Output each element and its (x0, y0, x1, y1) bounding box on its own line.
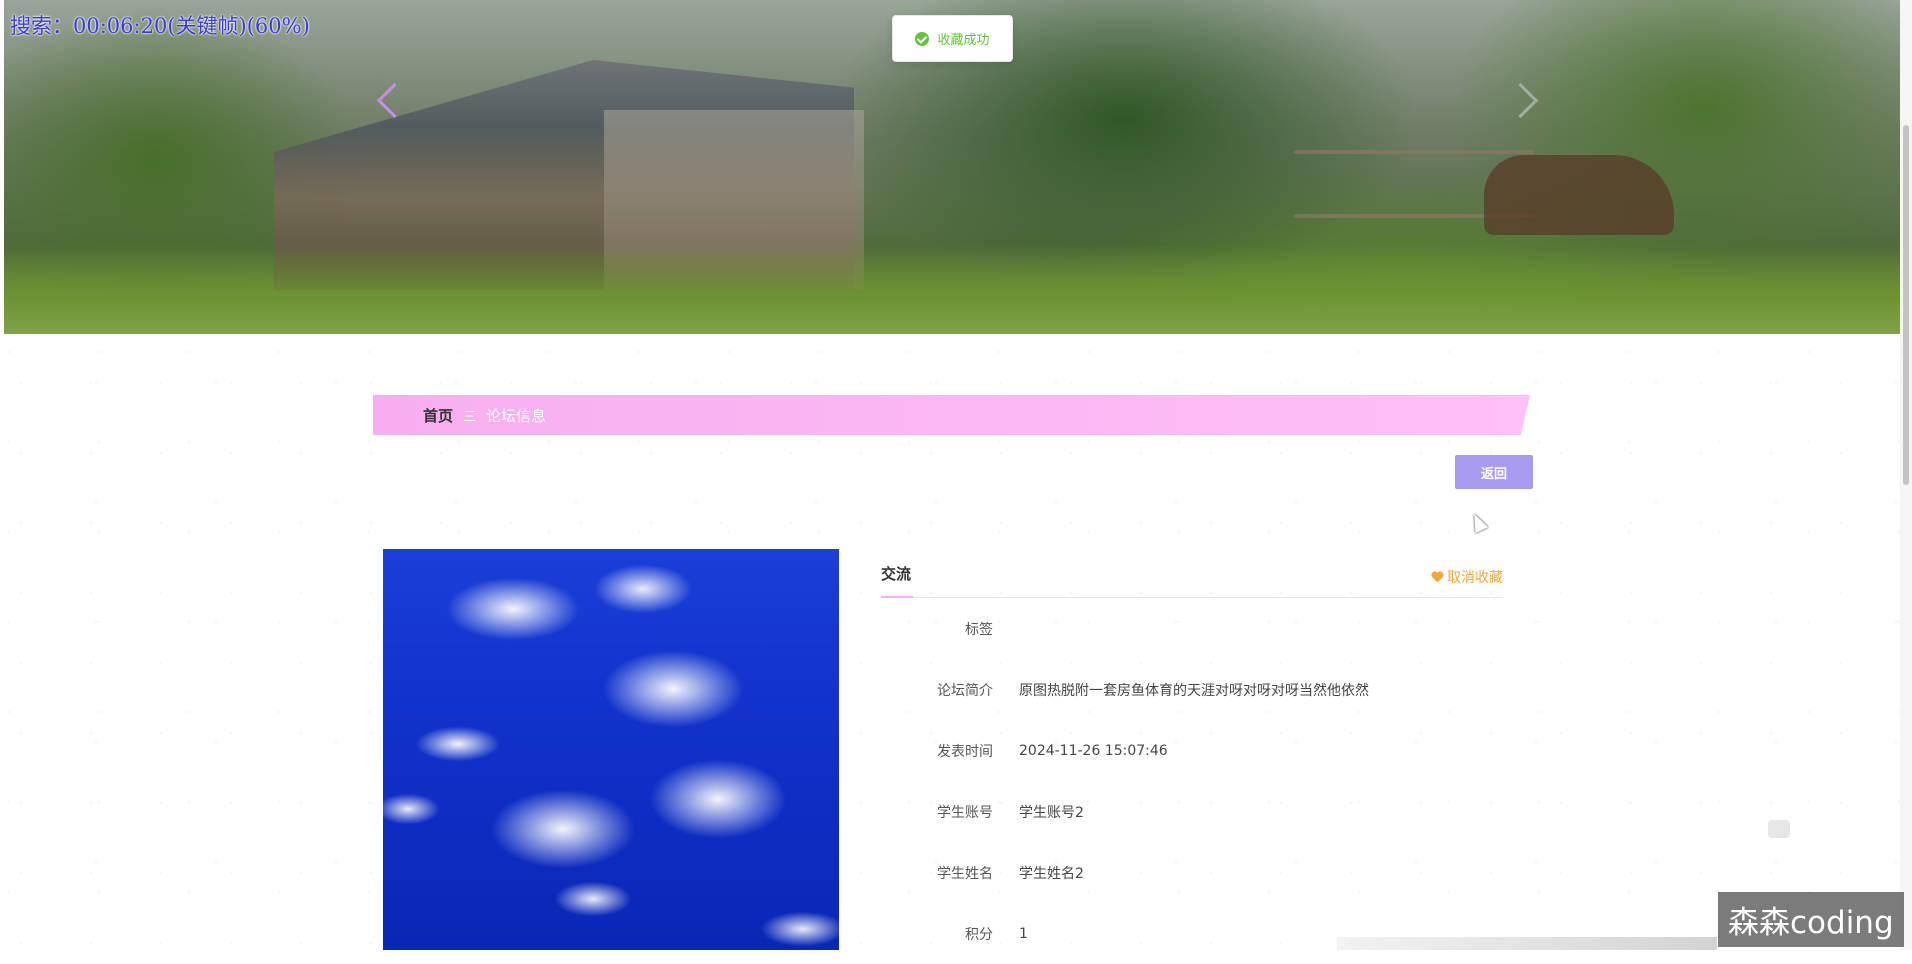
info-row-publish-time: 发表时间 2024-11-26 15:07:46 (881, 720, 1503, 781)
page-scrollbar[interactable] (1900, 0, 1912, 950)
info-row-student-account: 学生账号 学生账号2 (881, 781, 1503, 842)
info-label: 学生账号 (937, 804, 993, 821)
breadcrumb: 首页 三 论坛信息 (373, 395, 1530, 435)
forum-detail-panel: 交流 取消收藏 标签 论坛简介 原图热脱附一套房鱼体育的天涯对呀对呀对呀当然他依… (881, 555, 1503, 964)
check-circle-icon (915, 31, 930, 46)
breadcrumb-home-link[interactable]: 首页 (423, 405, 453, 426)
info-label: 论坛简介 (937, 682, 993, 699)
toast-message: 收藏成功 (937, 33, 990, 48)
info-value: 学生姓名2 (1019, 865, 1084, 882)
info-value: 2024-11-26 15:07:46 (1019, 742, 1168, 759)
video-search-overlay: 搜索：00:06:20(关键帧)(60%) (10, 14, 310, 38)
watermark: 森森coding (1718, 892, 1904, 947)
unfavorite-label: 取消收藏 (1447, 570, 1503, 586)
info-value: 原图热脱附一套房鱼体育的天涯对呀对呀对呀当然他依然 (1019, 682, 1369, 699)
heart-icon (1431, 572, 1443, 583)
back-button[interactable]: 返回 (1455, 455, 1533, 489)
info-value: 1 (1019, 925, 1028, 942)
breadcrumb-separator-icon: 三 (463, 409, 477, 425)
info-row-student-name: 学生姓名 学生姓名2 (881, 842, 1503, 903)
bottom-bar (1337, 937, 1717, 950)
info-label: 标签 (965, 621, 993, 638)
detail-header: 交流 取消收藏 (881, 555, 1503, 598)
forum-cover-image (383, 549, 839, 950)
info-value: 学生账号2 (1019, 804, 1084, 821)
detail-title: 交流 (881, 565, 912, 583)
info-label: 发表时间 (937, 743, 993, 760)
info-label: 积分 (965, 926, 993, 943)
info-row-intro: 论坛简介 原图热脱附一套房鱼体育的天涯对呀对呀对呀当然他依然 (881, 659, 1503, 720)
scrollbar-thumb[interactable] (1903, 125, 1909, 485)
info-row-tags: 标签 (881, 598, 1503, 659)
chat-icon[interactable] (1768, 820, 1790, 838)
mouse-cursor-icon (1467, 510, 1489, 534)
banner-grass-image (4, 244, 1901, 334)
info-row-points: 积分 1 (881, 903, 1503, 964)
banner-horse-image (1484, 155, 1674, 235)
info-label: 学生姓名 (937, 865, 993, 882)
breadcrumb-current: 论坛信息 (486, 406, 547, 425)
success-toast: 收藏成功 (892, 15, 1013, 62)
unfavorite-button[interactable]: 取消收藏 (1431, 567, 1503, 587)
